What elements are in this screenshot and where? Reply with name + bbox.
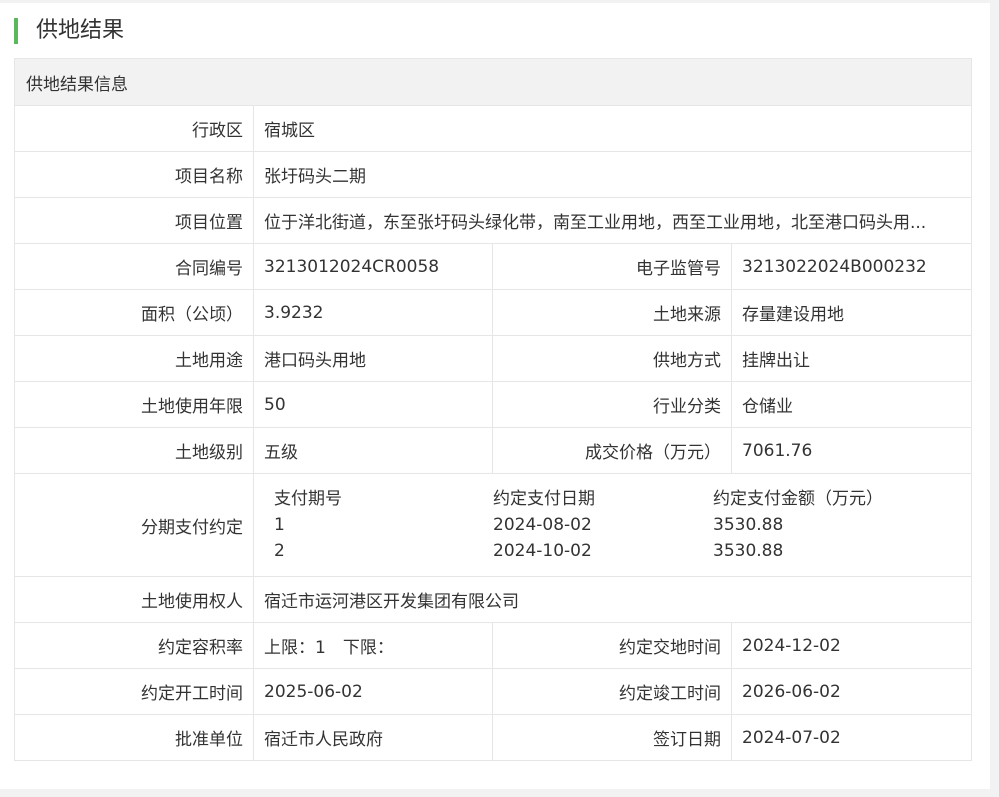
installment-period: 2: [274, 541, 285, 561]
table-row: 批准单位 宿迁市人民政府 签订日期 2024-07-02: [14, 714, 972, 761]
use-years-label: 土地使用年限: [14, 381, 254, 428]
table-row: 项目名称 张圩码头二期: [14, 151, 972, 198]
table-row: 分期支付约定 支付期号 约定支付日期 约定支付金额（万元） 1 2024-08-…: [14, 473, 972, 577]
land-grade-label: 土地级别: [14, 427, 254, 474]
table-row: 行政区 宿城区: [14, 105, 972, 152]
district-label: 行政区: [14, 105, 254, 152]
table-row: 约定开工时间 2025-06-02 约定竣工时间 2026-06-02: [14, 668, 972, 715]
plot-ratio-value: 上限：1 下限：: [253, 622, 493, 669]
table-caption-row: 供地结果信息: [14, 58, 972, 106]
table-row: 项目位置 位于洋北街道，东至张圩码头绿化带，南至工业用地，西至工业用地，北至港口…: [14, 197, 972, 244]
handover-time-value: 2024-12-02: [731, 622, 972, 669]
plot-ratio-label: 约定容积率: [14, 622, 254, 669]
installment-date: 2024-10-02: [493, 541, 592, 561]
industry-label: 行业分类: [492, 381, 732, 428]
project-location-label: 项目位置: [14, 197, 254, 244]
handover-time-label: 约定交地时间: [492, 622, 732, 669]
district-value: 宿城区: [253, 105, 972, 152]
land-grade-value: 五级: [253, 427, 493, 474]
completion-time-label: 约定竣工时间: [492, 668, 732, 715]
land-user-value: 宿迁市运河港区开发集团有限公司: [253, 576, 972, 623]
land-use-label: 土地用途: [14, 335, 254, 382]
installment-header-period: 支付期号: [274, 489, 342, 509]
start-time-value: 2025-06-02: [253, 668, 493, 715]
supervision-no-label: 电子监管号: [492, 243, 732, 290]
area-label: 面积（公顷）: [14, 289, 254, 336]
land-source-label: 土地来源: [492, 289, 732, 336]
content-panel: 供地结果 供地结果信息 行政区 宿城区 项目名称 张圩码头二期 项目位置 位于洋…: [0, 3, 990, 789]
use-years-value: 50: [253, 381, 493, 428]
table-caption: 供地结果信息: [14, 58, 972, 106]
sign-date-value: 2024-07-02: [731, 714, 972, 761]
supply-method-value: 挂牌出让: [731, 335, 972, 382]
supply-method-label: 供地方式: [492, 335, 732, 382]
project-name-label: 项目名称: [14, 151, 254, 198]
completion-time-value: 2026-06-02: [731, 668, 972, 715]
installment-schedule: 支付期号 约定支付日期 约定支付金额（万元） 1 2024-08-02 3530…: [255, 486, 971, 564]
project-name-value: 张圩码头二期: [253, 151, 972, 198]
project-location-value: 位于洋北街道，东至张圩码头绿化带，南至工业用地，西至工业用地，北至港口码头用..…: [253, 197, 972, 244]
supervision-no-value: 3213022024B000232: [731, 243, 972, 290]
section-accent-bar: [14, 18, 18, 44]
installment-date: 2024-08-02: [493, 515, 592, 535]
land-use-value: 港口码头用地: [253, 335, 493, 382]
deal-price-label: 成交价格（万元）: [492, 427, 732, 474]
supply-result-table: 供地结果信息 行政区 宿城区 项目名称 张圩码头二期 项目位置 位于洋北街道，东…: [14, 58, 972, 761]
table-row: 土地使用权人 宿迁市运河港区开发集团有限公司: [14, 576, 972, 623]
area-value: 3.9232: [253, 289, 493, 336]
approval-unit-label: 批准单位: [14, 714, 254, 761]
table-row: 土地级别 五级 成交价格（万元） 7061.76: [14, 427, 972, 474]
installment-header-amount: 约定支付金额（万元）: [713, 489, 883, 509]
table-row: 面积（公顷） 3.9232 土地来源 存量建设用地: [14, 289, 972, 336]
sign-date-label: 签订日期: [492, 714, 732, 761]
approval-unit-value: 宿迁市人民政府: [253, 714, 493, 761]
table-row: 土地使用年限 50 行业分类 仓储业: [14, 381, 972, 428]
deal-price-value: 7061.76: [731, 427, 972, 474]
land-source-value: 存量建设用地: [731, 289, 972, 336]
installment-amount: 3530.88: [713, 541, 784, 561]
installment-amount: 3530.88: [713, 515, 784, 535]
contract-no-value: 3213012024CR0058: [253, 243, 493, 290]
section-header: 供地结果: [14, 17, 124, 45]
industry-value: 仓储业: [731, 381, 972, 428]
section-title: 供地结果: [36, 18, 125, 43]
table-row: 约定容积率 上限：1 下限： 约定交地时间 2024-12-02: [14, 622, 972, 669]
installment-period: 1: [274, 515, 285, 535]
start-time-label: 约定开工时间: [14, 668, 254, 715]
installment-header-date: 约定支付日期: [493, 489, 595, 509]
table-row: 合同编号 3213012024CR0058 电子监管号 3213022024B0…: [14, 243, 972, 290]
table-row: 土地用途 港口码头用地 供地方式 挂牌出让: [14, 335, 972, 382]
installments-label: 分期支付约定: [14, 473, 254, 577]
contract-no-label: 合同编号: [14, 243, 254, 290]
installments-cell: 支付期号 约定支付日期 约定支付金额（万元） 1 2024-08-02 3530…: [253, 473, 972, 577]
land-user-label: 土地使用权人: [14, 576, 254, 623]
